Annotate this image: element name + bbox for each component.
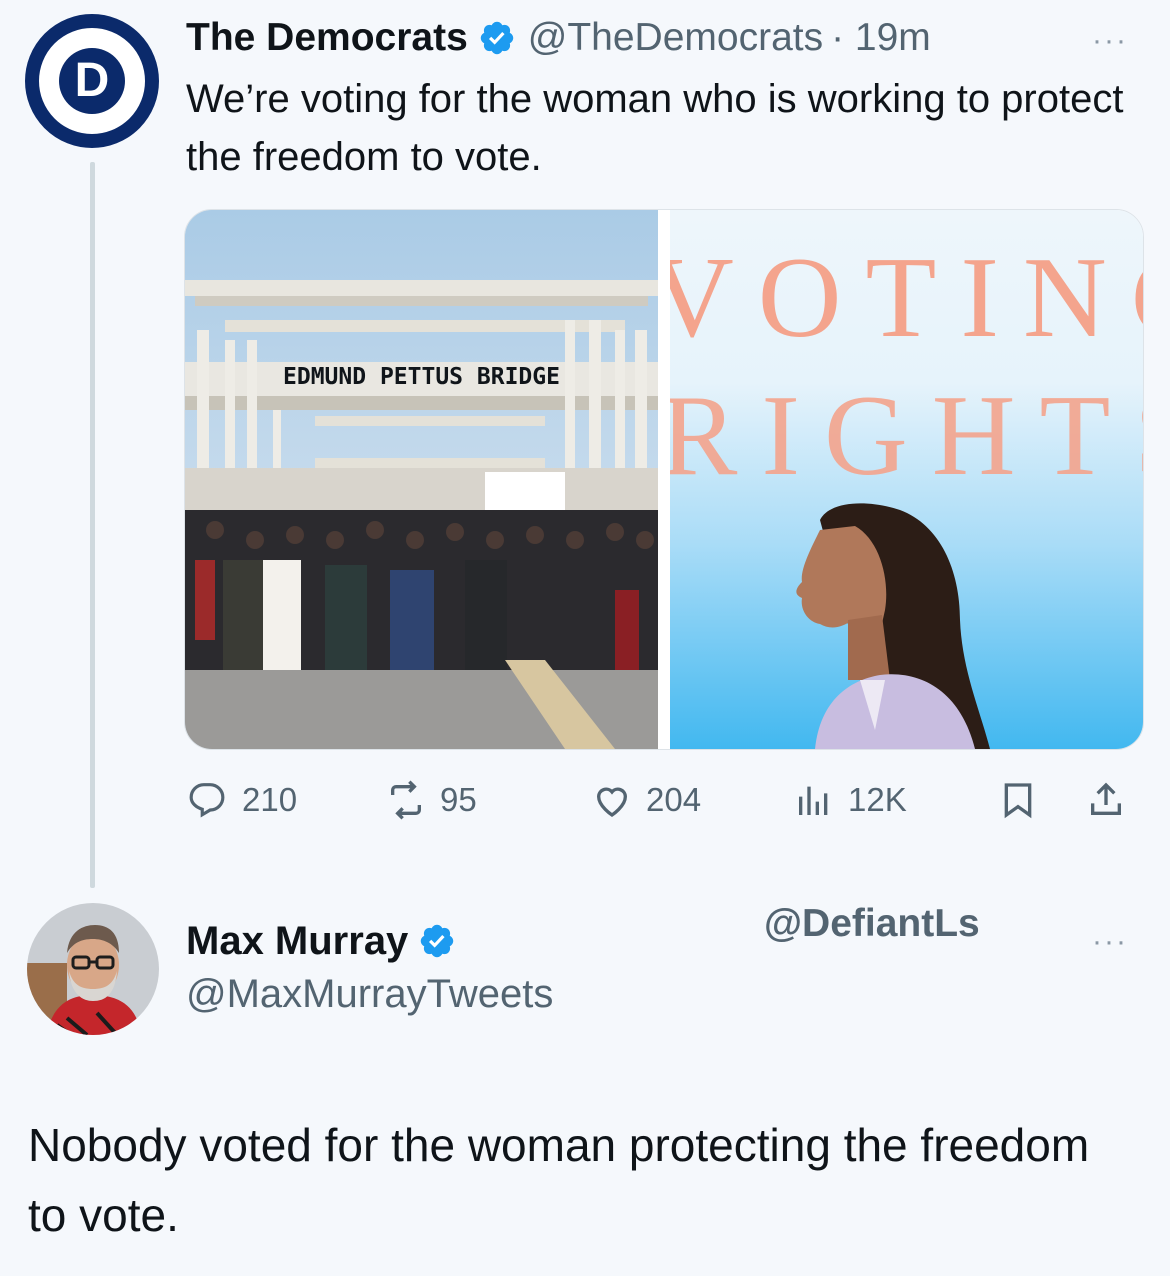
- repost-count: 95: [440, 781, 477, 818]
- like-icon: [596, 787, 628, 817]
- parent-timestamp[interactable]: · 19m: [831, 16, 931, 60]
- reply-tweet-header: Max Murray: [186, 915, 468, 967]
- repost-icon: [391, 780, 421, 820]
- bridge-photo[interactable]: EDMUND PETTUS BRIDGE: [185, 210, 658, 749]
- max-murray-avatar[interactable]: [27, 903, 159, 1035]
- verified-badge-icon[interactable]: [418, 922, 456, 960]
- reply-count: 210: [242, 781, 298, 818]
- views-button[interactable]: 12K: [794, 770, 907, 830]
- bookmark-button[interactable]: [998, 770, 1052, 830]
- parent-tweet-header: The Democrats @TheDemocrats · 19m: [186, 14, 931, 62]
- tweet-media-grid[interactable]: EDMUND PETTUS BRIDGE VOTING RIGHTS: [184, 209, 1144, 750]
- parent-display-name[interactable]: The Democrats: [186, 16, 468, 60]
- thread-connector-line: [90, 162, 95, 888]
- like-count: 204: [646, 781, 702, 818]
- democrats-avatar[interactable]: D: [25, 14, 159, 148]
- verified-badge-icon[interactable]: [478, 19, 516, 57]
- tweet-action-bar: 210 95 204 12K: [186, 770, 1146, 830]
- like-button[interactable]: 204: [592, 770, 701, 830]
- more-icon[interactable]: ···: [1092, 24, 1128, 58]
- bookmark-icon: [1004, 783, 1032, 819]
- reply-button[interactable]: 210: [188, 770, 297, 830]
- parent-handle[interactable]: @TheDemocrats: [528, 16, 823, 60]
- views-count: 12K: [848, 781, 907, 818]
- repost-button[interactable]: 95: [386, 770, 477, 830]
- share-button[interactable]: [1086, 770, 1140, 830]
- reply-handle[interactable]: @MaxMurrayTweets: [186, 972, 553, 1017]
- watermark-handle: @DefiantLs: [764, 902, 980, 945]
- bridge-sign-text: EDMUND PETTUS BRIDGE: [283, 364, 560, 390]
- reply-tweet-text: Nobody voted for the woman protecting th…: [28, 1119, 1090, 1241]
- parent-tweet-text: We’re voting for the woman who is workin…: [186, 77, 1124, 179]
- views-icon: [799, 786, 828, 815]
- share-icon: [1091, 782, 1121, 815]
- more-icon[interactable]: ···: [1092, 925, 1128, 959]
- avatar-letter: D: [59, 48, 125, 114]
- reply-icon: [189, 783, 225, 818]
- voting-rights-photo[interactable]: VOTING RIGHTS: [670, 210, 1143, 749]
- reply-display-name[interactable]: Max Murray: [186, 919, 408, 964]
